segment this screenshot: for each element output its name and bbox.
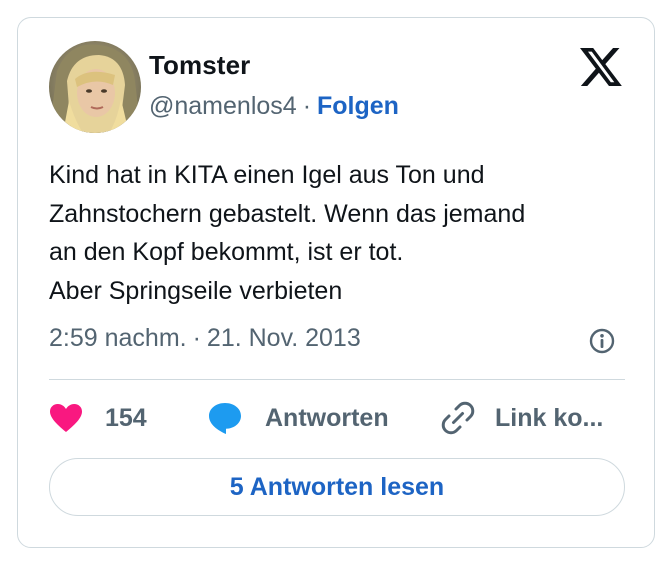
like-button[interactable]: 154 <box>49 398 147 438</box>
tweet-line: Kind hat in KITA einen Igel aus Ton und <box>49 161 485 189</box>
avatar[interactable] <box>49 41 141 133</box>
tweet-text: Kind hat in KITA einen Igel aus Ton und … <box>49 156 629 310</box>
author-handle-row: @namenlos4 · Folgen <box>149 92 399 121</box>
heart-icon <box>50 404 82 432</box>
tweet-time: 2:59 nachm. <box>49 324 187 352</box>
tweet-timestamp[interactable]: 2:59 nachm. · 21. Nov. 2013 <box>49 324 361 353</box>
divider <box>49 379 625 380</box>
tweet-date: 21. Nov. 2013 <box>206 324 361 352</box>
reply-button[interactable]: Antworten <box>207 398 389 438</box>
like-count: 154 <box>105 403 147 432</box>
tweet-card: Tomster @namenlos4 · Folgen Kind hat in KI… <box>17 17 655 548</box>
read-replies-label: 5 Antworten lesen <box>229 472 445 501</box>
copy-link-button[interactable]: Link ko... <box>441 398 603 438</box>
reply-label: Antworten <box>265 403 389 432</box>
speech-bubble-icon <box>209 403 241 434</box>
author-handle[interactable]: @namenlos4 <box>149 92 297 120</box>
link-icon <box>441 401 475 435</box>
read-replies-button[interactable]: 5 Antworten lesen <box>49 458 625 516</box>
tweet-line: Aber Springseile verbieten <box>49 276 343 305</box>
tweet-line: Zahnstochern gebastelt. Wenn das jemand <box>49 199 526 228</box>
x-logo-icon[interactable] <box>580 47 622 87</box>
separator-dot: · <box>192 324 201 352</box>
info-icon[interactable] <box>588 327 616 355</box>
follow-button[interactable]: Folgen <box>317 92 399 120</box>
author-name[interactable]: Tomster <box>149 50 250 81</box>
copy-link-label: Link ko... <box>495 403 604 432</box>
tweet-line: an den Kopf bekommt, ist er tot. <box>49 238 404 266</box>
separator-dot: · <box>302 92 312 120</box>
action-bar: 154 Antworten Link ko... <box>49 398 629 438</box>
